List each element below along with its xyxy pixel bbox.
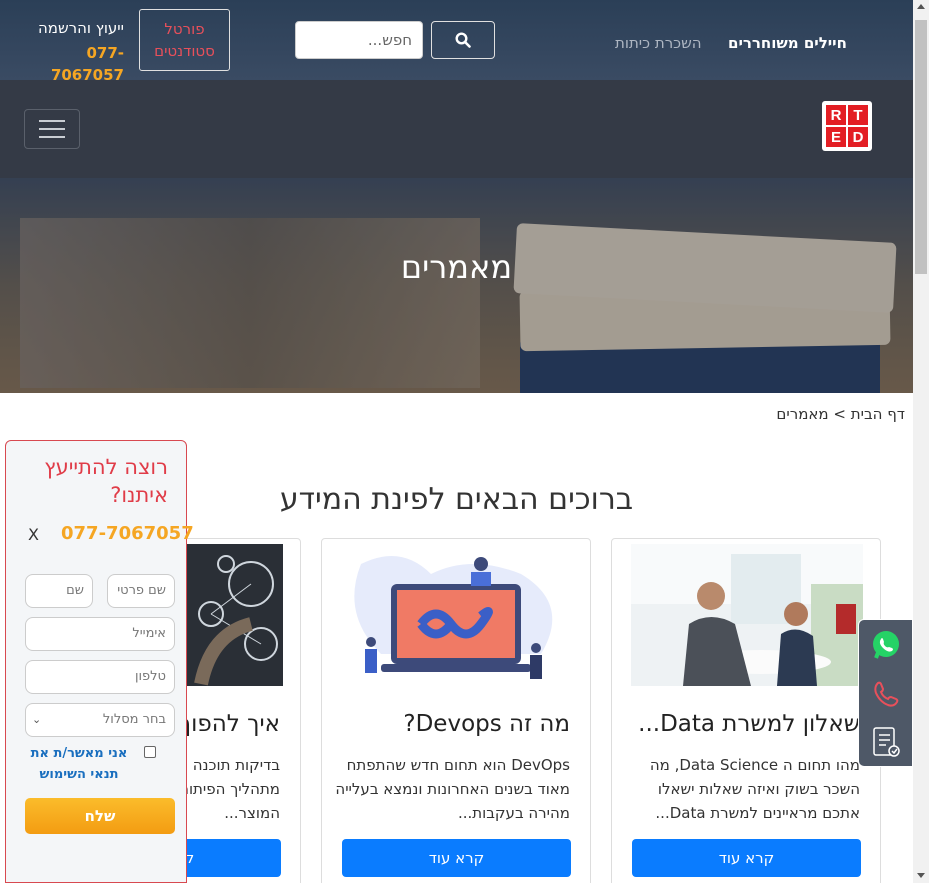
consent-text: אני מאשר/ת את תנאי השימוש — [30, 746, 128, 782]
phone-icon[interactable] — [867, 675, 905, 713]
send-button[interactable]: שלח — [25, 798, 175, 834]
search-input[interactable]: חפש... — [295, 21, 423, 59]
nav-soldiers[interactable]: חיילים משוחררים — [728, 34, 847, 52]
card-image-meeting[interactable] — [631, 544, 863, 686]
scroll-up-icon[interactable] — [917, 4, 925, 9]
card-excerpt: מהו תחום ה Data Science, מה השכר בשוק וא… — [649, 756, 860, 822]
card-excerpt: DevOps הוא תחום חדש שהתפתח מאוד בשנים הא… — [335, 756, 570, 822]
read-more-button[interactable]: קרא עוד — [632, 839, 861, 877]
form-phone[interactable]: 077-7067057 — [61, 523, 194, 544]
consent-label[interactable]: אני מאשר/ת את תנאי השימוש — [18, 743, 158, 785]
breadcrumb-separator: > — [833, 405, 846, 423]
whatsapp-icon[interactable] — [867, 626, 905, 664]
portal-line1: פורטל — [164, 20, 205, 38]
article-card: שאלון למשרת Data... מהו תחום ה Data Scie… — [611, 538, 881, 883]
floating-contact-bar — [858, 619, 913, 767]
hero-banner: מאמרים — [0, 178, 913, 393]
close-icon[interactable]: X — [28, 525, 39, 544]
page: ייעוץ והרשמה 077-7067057 פורטל סטודנטים … — [0, 0, 929, 883]
first-name-field[interactable]: שם פרטי — [107, 574, 175, 608]
portal-line2: סטודנטים — [154, 42, 215, 60]
scroll-thumb[interactable] — [915, 20, 927, 274]
nav-class-rental[interactable]: השכרת כיתות — [615, 34, 702, 52]
main-navbar — [0, 80, 913, 178]
track-select[interactable]: בחר מסלול ⌄ — [25, 703, 175, 737]
last-name-field[interactable]: שם משפחה — [25, 574, 93, 630]
consult-label: ייעוץ והרשמה — [37, 19, 124, 37]
breadcrumb: דף הבית > מאמרים — [776, 405, 905, 423]
page-scrollbar[interactable] — [913, 0, 929, 883]
rted-logo[interactable]: R T E D — [822, 101, 872, 151]
search-button[interactable] — [431, 21, 495, 59]
lead-form: רוצה להתייעץ איתנו? 077-7067057 X שם משפ… — [5, 440, 194, 883]
card-image-devops[interactable] — [341, 544, 573, 686]
email-field[interactable]: אימייל — [25, 617, 175, 651]
card-title[interactable]: מה זה Devops? — [403, 711, 570, 737]
form-icon[interactable] — [867, 723, 905, 761]
consult-box[interactable]: ייעוץ והרשמה 077-7067057 — [24, 18, 124, 86]
search-icon — [455, 32, 471, 48]
student-portal-button[interactable]: פורטל סטודנטים — [139, 9, 230, 71]
breadcrumb-current: מאמרים — [776, 405, 829, 423]
menu-toggle-button[interactable] — [24, 109, 80, 149]
breadcrumb-home[interactable]: דף הבית — [851, 405, 905, 423]
hamburger-icon — [39, 120, 65, 122]
chevron-down-icon: ⌄ — [32, 713, 42, 726]
scroll-down-icon[interactable] — [917, 873, 925, 878]
hero-title: מאמרים — [400, 248, 513, 286]
phone-field[interactable]: טלפון — [25, 660, 175, 694]
track-select-value: בחר מסלול — [102, 712, 166, 727]
card-title[interactable]: שאלון למשרת Data... — [638, 711, 860, 737]
article-card: מה זה Devops? DevOps הוא תחום חדש שהתפתח… — [321, 538, 591, 883]
read-more-button[interactable]: קרא עוד — [342, 839, 571, 877]
form-title: רוצה להתייעץ איתנו? — [44, 455, 168, 507]
